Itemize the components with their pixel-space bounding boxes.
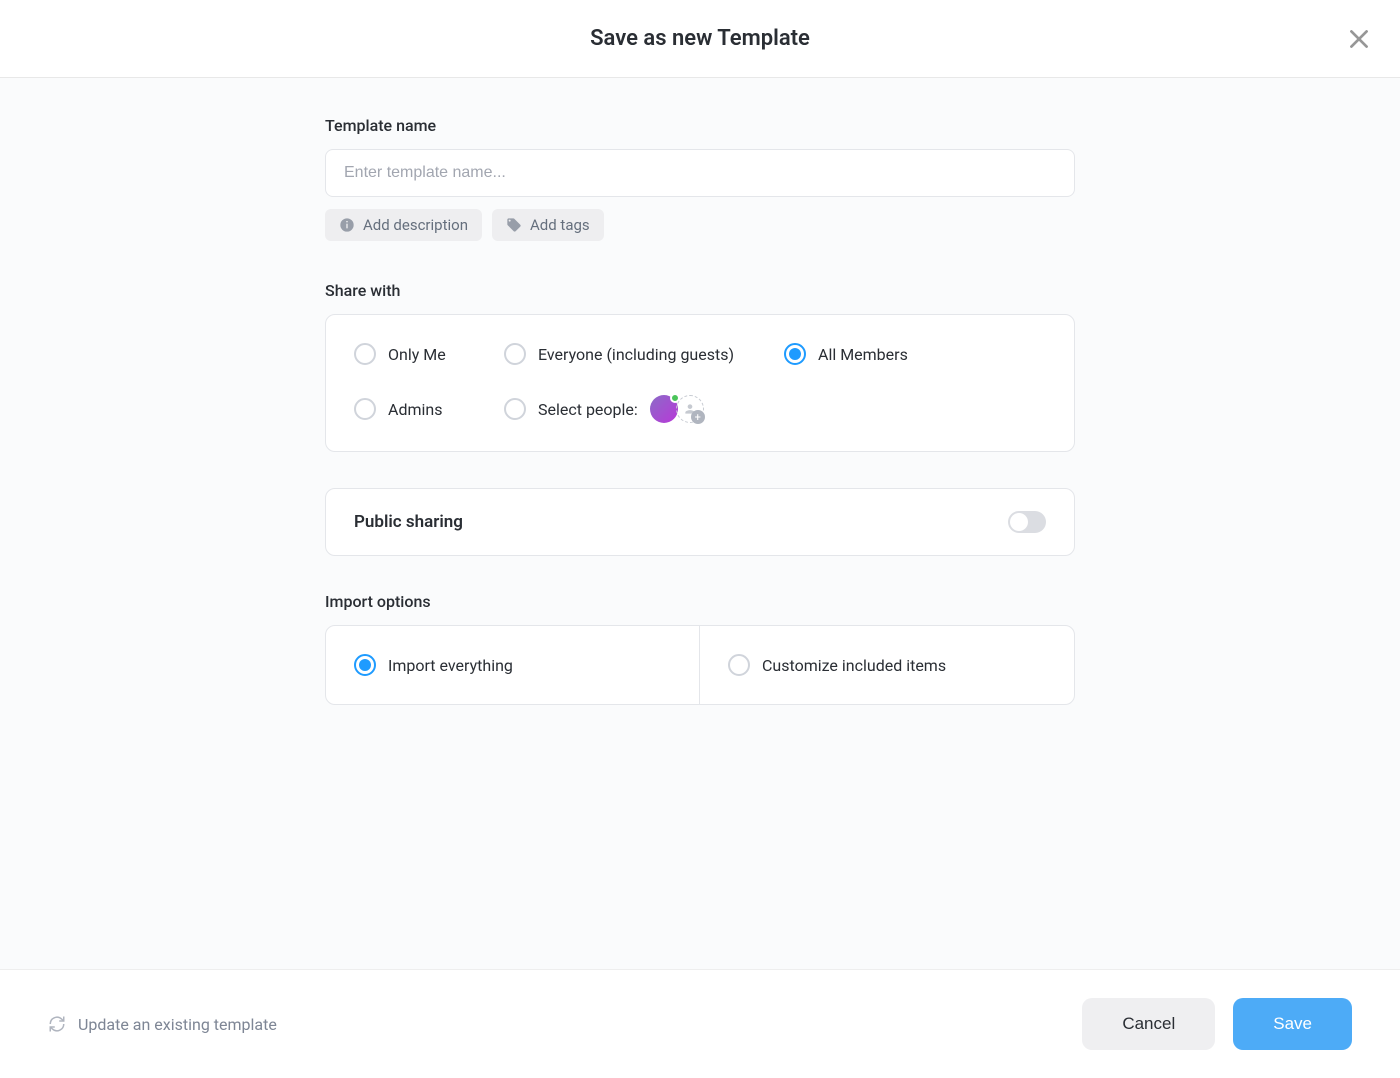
radio-all-members[interactable]: All Members <box>784 343 1046 365</box>
cancel-button[interactable]: Cancel <box>1082 998 1215 1050</box>
chip-row: Add description Add tags <box>325 209 1075 241</box>
update-existing-template-link[interactable]: Update an existing template <box>48 1015 277 1034</box>
radio-label-only-me: Only Me <box>388 345 446 364</box>
add-description-button[interactable]: Add description <box>325 209 482 241</box>
radio-select-people[interactable]: Select people: <box>504 398 638 420</box>
template-name-input[interactable] <box>325 149 1075 197</box>
share-with-label: Share with <box>325 281 1075 300</box>
share-with-card: Only Me Everyone (including guests) All … <box>325 314 1075 452</box>
close-button[interactable] <box>1346 26 1372 52</box>
radio-icon <box>504 398 526 420</box>
radio-only-me[interactable]: Only Me <box>354 343 504 365</box>
radio-label-import-everything: Import everything <box>388 656 513 675</box>
public-sharing-toggle[interactable] <box>1008 511 1046 533</box>
radio-label-customize: Customize included items <box>762 656 946 675</box>
radio-customize-items[interactable]: Customize included items <box>700 626 1074 704</box>
modal-body: Template name Add description Add ta <box>0 78 1400 969</box>
import-options-label: Import options <box>325 592 1075 611</box>
radio-label-everyone: Everyone (including guests) <box>538 345 734 364</box>
avatar[interactable] <box>650 395 678 423</box>
radio-icon <box>728 654 750 676</box>
modal-footer: Update an existing template Cancel Save <box>0 969 1400 1078</box>
info-icon <box>339 217 355 233</box>
plus-icon: + <box>691 410 705 424</box>
radio-select-people-group: Select people: + <box>504 395 784 423</box>
public-sharing-card: Public sharing <box>325 488 1075 556</box>
update-existing-label: Update an existing template <box>78 1015 277 1034</box>
radio-icon <box>504 343 526 365</box>
radio-import-everything[interactable]: Import everything <box>326 626 700 704</box>
radio-icon <box>354 343 376 365</box>
add-description-label: Add description <box>363 216 468 234</box>
radio-icon <box>354 398 376 420</box>
radio-label-select-people: Select people: <box>538 400 638 419</box>
tag-icon <box>506 217 522 233</box>
footer-buttons: Cancel Save <box>1082 998 1352 1050</box>
add-people-button[interactable]: + <box>676 395 704 423</box>
refresh-icon <box>48 1015 66 1033</box>
save-button[interactable]: Save <box>1233 998 1352 1050</box>
radio-label-admins: Admins <box>388 400 442 419</box>
modal-header: Save as new Template <box>0 0 1400 78</box>
radio-icon <box>354 654 376 676</box>
import-options-card: Import everything Customize included ite… <box>325 625 1075 705</box>
radio-everyone[interactable]: Everyone (including guests) <box>504 343 784 365</box>
add-tags-label: Add tags <box>530 216 590 234</box>
avatar-group: + <box>650 395 704 423</box>
modal-title: Save as new Template <box>590 26 810 51</box>
radio-admins[interactable]: Admins <box>354 398 504 420</box>
radio-label-all-members: All Members <box>818 345 908 364</box>
template-name-label: Template name <box>325 116 1075 135</box>
radio-icon <box>784 343 806 365</box>
save-template-modal: Save as new Template Template name <box>0 0 1400 1078</box>
public-sharing-label: Public sharing <box>354 512 463 532</box>
add-tags-button[interactable]: Add tags <box>492 209 604 241</box>
close-icon <box>1346 26 1372 52</box>
